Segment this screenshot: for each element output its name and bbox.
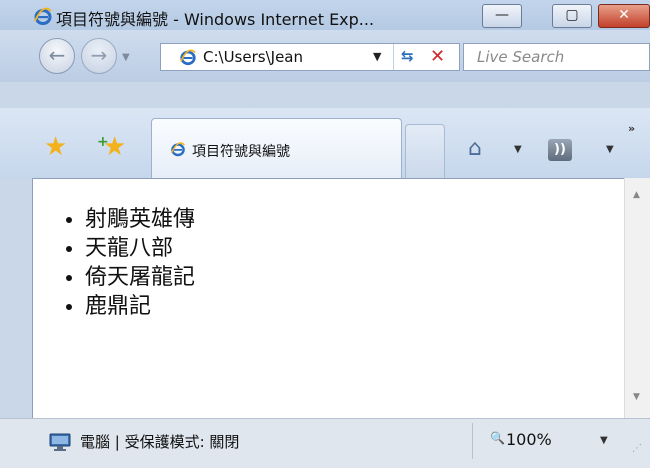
status-separator — [472, 423, 473, 459]
close-icon: ✕ — [618, 7, 630, 23]
tab-label: 項目符號與編號 — [192, 144, 290, 160]
zoom-dropdown-icon[interactable]: ▼ — [600, 435, 608, 446]
minimize-icon: — — [495, 7, 509, 23]
plus-icon: + — [97, 134, 109, 150]
status-bar: 電腦 | 受保護模式: 關閉 🔍 100% ▼ ⋰ — [0, 418, 650, 468]
page-icon — [180, 49, 196, 66]
security-zone-text: 電腦 | 受保護模式: 關閉 — [80, 433, 240, 451]
browser-window: 項目符號與編號 - Windows Internet Exp... — ▢ ✕ … — [0, 0, 650, 468]
new-tab-button[interactable] — [405, 124, 445, 178]
list-item: 射鵰英雄傳 — [85, 205, 195, 234]
resize-grip-icon[interactable]: ⋰ — [632, 443, 642, 454]
favorites-center-icon[interactable]: ★ — [44, 132, 67, 162]
scroll-down-icon[interactable]: ▼ — [633, 392, 640, 402]
toolbar-more-icon[interactable]: » — [628, 122, 635, 135]
computer-zone-icon — [49, 433, 71, 451]
history-dropdown-icon[interactable]: ▼ — [122, 52, 130, 63]
search-placeholder: Live Search — [477, 48, 565, 66]
address-text: C:\Users\Jean — [203, 48, 303, 66]
stop-icon[interactable]: ✕ — [430, 46, 445, 67]
feeds-icon[interactable]: )) — [548, 139, 572, 161]
add-favorites-icon[interactable]: + ★ — [97, 132, 126, 162]
refresh-icon[interactable]: ⇆ — [401, 47, 414, 65]
feeds-dropdown-icon[interactable]: ▼ — [606, 144, 614, 155]
search-box[interactable]: Live Search — [463, 43, 650, 71]
navigation-bar: ← → ▼ C:\Users\Jean ▼ ⇆ ✕ Live Search — [0, 30, 650, 82]
close-button[interactable]: ✕ — [598, 4, 650, 28]
address-bar[interactable]: C:\Users\Jean ▼ ⇆ ✕ — [160, 43, 460, 71]
minimize-button[interactable]: — — [482, 4, 522, 28]
zoom-icon[interactable]: 🔍 — [490, 431, 505, 445]
back-arrow-icon: ← — [48, 43, 66, 67]
list-item: 倚天屠龍記 — [85, 263, 195, 292]
tab-current[interactable]: 項目符號與編號 — [151, 118, 402, 178]
zoom-level[interactable]: 100% — [506, 430, 552, 449]
maximize-icon: ▢ — [565, 7, 579, 23]
back-button[interactable]: ← — [39, 38, 75, 74]
tab-page-icon — [170, 142, 185, 157]
scroll-up-icon[interactable]: ▲ — [633, 190, 640, 200]
tab-bar: ★ + ★ 項目符號與編號 ⌂ ▼ )) ▼ » — [0, 108, 650, 178]
forward-arrow-icon: → — [90, 43, 108, 67]
internet-explorer-icon — [34, 7, 52, 25]
vertical-scrollbar[interactable]: ▲ ▼ — [624, 178, 650, 418]
title-bar[interactable]: 項目符號與編號 - Windows Internet Exp... — ▢ ✕ — [0, 0, 650, 30]
forward-button[interactable]: → — [81, 38, 117, 74]
home-icon[interactable]: ⌂ — [468, 136, 482, 161]
maximize-button[interactable]: ▢ — [552, 4, 592, 28]
window-title: 項目符號與編號 - Windows Internet Exp... — [56, 10, 375, 29]
home-dropdown-icon[interactable]: ▼ — [514, 144, 522, 155]
address-dropdown-icon[interactable]: ▼ — [373, 50, 381, 63]
list-item: 天龍八部 — [85, 234, 195, 263]
bullet-list: 射鵰英雄傳 天龍八部 倚天屠龍記 鹿鼎記 — [58, 205, 195, 321]
list-item: 鹿鼎記 — [85, 292, 195, 321]
address-separator — [393, 44, 394, 70]
